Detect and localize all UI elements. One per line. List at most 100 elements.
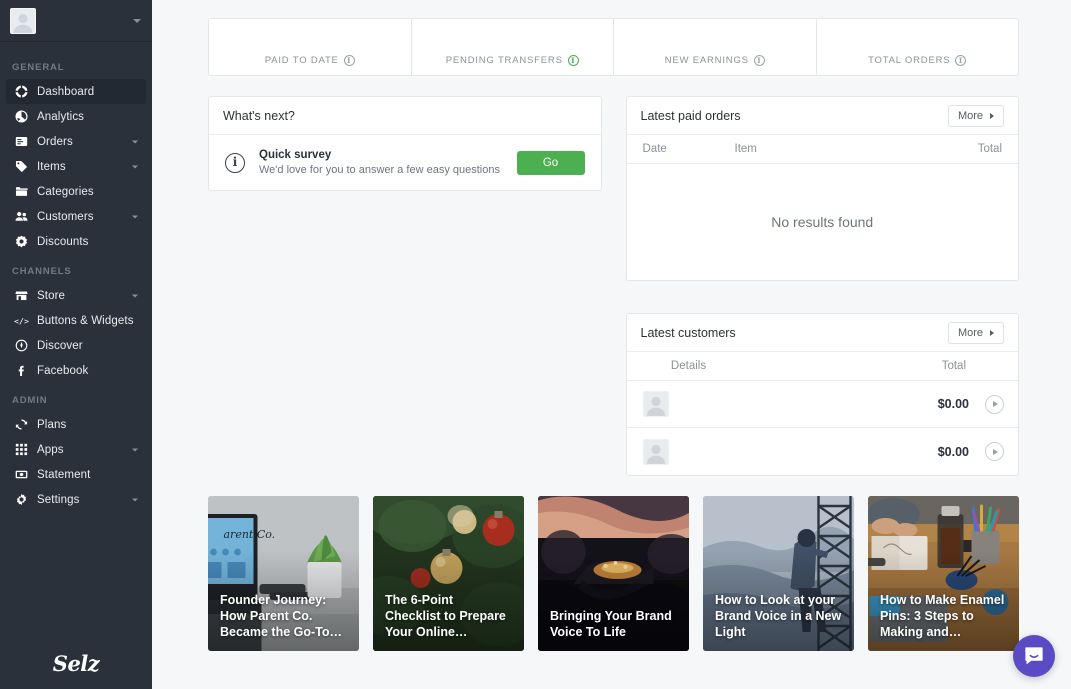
discover-icon	[12, 339, 30, 352]
chevron-right-icon[interactable]	[985, 394, 1004, 414]
sidebar-section-admin: ADMIN	[12, 395, 48, 406]
sidebar-item-apps[interactable]: Apps	[6, 437, 146, 462]
info-icon[interactable]: i	[567, 55, 579, 66]
right-column: Latest paid orders More Date Item Total …	[625, 96, 1019, 476]
sidebar-item-label: Orders	[37, 135, 73, 148]
task-title: Quick survey	[259, 149, 332, 161]
facebook-icon	[12, 364, 30, 377]
sidebar-section-general: GENERAL	[12, 62, 65, 73]
table-row[interactable]: $0.00	[626, 381, 1018, 428]
sidebar-item-analytics[interactable]: Analytics	[6, 104, 146, 129]
sidebar-item-settings[interactable]: Settings	[6, 487, 146, 512]
latest-paid-orders-card: Latest paid orders More Date Item Total …	[625, 96, 1019, 281]
stats-bar: PAID TO DATE i PENDING TRANSFERS i NEW E…	[208, 18, 1019, 76]
chevron-down-icon	[132, 165, 138, 168]
sidebar-item-label: Apps	[37, 443, 64, 456]
latest-customers-card: Latest customers More Details Total $0.0…	[625, 313, 1019, 476]
task-subtitle: We'd love for you to answer a few easy q…	[259, 164, 500, 176]
stat-card-new-earnings[interactable]: NEW EARNINGS i	[614, 19, 817, 75]
whats-next-header: What's next?	[209, 97, 601, 135]
sidebar-item-label: Buttons & Widgets	[37, 314, 134, 327]
sidebar-item-label: Customers	[37, 210, 94, 223]
info-icon[interactable]: i	[955, 55, 967, 66]
column-header-item: Item	[734, 143, 757, 155]
sidebar-item-label: Discover	[37, 339, 83, 352]
stat-card-total-orders[interactable]: TOTAL ORDERS i	[817, 19, 1019, 75]
sidebar-item-items[interactable]: Items	[6, 154, 146, 179]
orders-empty-state: No results found	[771, 214, 874, 230]
whats-next-title: What's next?	[223, 108, 295, 123]
blog-card[interactable]: Bringing Your Brand Voice To Life	[538, 496, 689, 651]
intercom-launcher[interactable]	[1013, 635, 1055, 677]
go-button[interactable]: Go	[516, 150, 585, 175]
code-icon: </>	[12, 314, 30, 327]
sidebar-item-label: Statement	[37, 468, 91, 481]
brand-logo[interactable]: Selz	[0, 637, 152, 689]
sidebar-item-label: Categories	[37, 185, 94, 198]
blog-card[interactable]: The 6-Point Checklist to Prepare Your On…	[373, 496, 524, 651]
avatar	[642, 391, 669, 417]
stat-label-text: TOTAL ORDERS	[868, 55, 951, 66]
info-icon[interactable]: i	[343, 55, 355, 66]
dashboard-icon	[12, 85, 30, 98]
avatar	[10, 7, 36, 34]
blog-title: How to Look at your Brand Voice in a New…	[715, 593, 842, 639]
blog-title: How to Make Enamel Pins: 3 Steps to Maki…	[880, 593, 1005, 639]
sidebar-item-statement[interactable]: Statement	[6, 462, 146, 487]
sidebar-item-customers[interactable]: Customers	[6, 204, 146, 229]
sidebar-item-label: Settings	[37, 493, 80, 506]
messenger-icon	[1025, 647, 1043, 665]
blog-card[interactable]: arent Co. Founder Journey: How Pa	[208, 496, 359, 651]
app-root: GENERAL Dashboard Analytics Orders Items…	[0, 0, 1071, 689]
latest-paid-orders-header: Latest paid orders More	[626, 97, 1018, 135]
blog-title: Bringing Your Brand Voice To Life	[550, 609, 672, 639]
sidebar-item-orders[interactable]: Orders	[6, 129, 146, 154]
stat-card-pending-transfers[interactable]: PENDING TRANSFERS i	[412, 19, 614, 75]
chevron-right-icon	[990, 112, 994, 119]
sidebar-item-label: Store	[37, 289, 66, 302]
sidebar-item-dashboard[interactable]: Dashboard	[6, 79, 146, 104]
apps-icon	[12, 443, 30, 456]
more-button-label: More	[957, 326, 983, 339]
blog-title: Founder Journey: How Parent Co. Became t…	[220, 593, 343, 639]
folder-icon	[12, 185, 30, 198]
table-row[interactable]: $0.00	[627, 428, 1019, 475]
sidebar-item-discover[interactable]: Discover	[6, 333, 146, 358]
main-content: PAID TO DATE i PENDING TRANSFERS i NEW E…	[152, 0, 1071, 689]
orders-table-header: Date Item Total	[626, 135, 1018, 164]
svg-text:</>: </>	[14, 316, 29, 326]
blog-title: The 6-Point Checklist to Prepare Your On…	[385, 593, 506, 639]
sidebar-item-plans[interactable]: Plans	[6, 412, 146, 437]
info-icon[interactable]: i	[753, 55, 765, 66]
sidebar-item-categories[interactable]: Categories	[6, 179, 146, 204]
stat-label: PAID TO DATE i	[265, 55, 355, 66]
plans-icon	[12, 418, 30, 431]
column-header-details: Details	[670, 360, 707, 372]
account-switcher[interactable]	[0, 0, 152, 42]
analytics-icon	[12, 110, 30, 123]
chevron-down-icon	[132, 448, 138, 451]
sidebar-item-label: Analytics	[37, 110, 85, 123]
sidebar-item-label: Dashboard	[37, 85, 95, 98]
more-button-customers[interactable]: More	[947, 321, 1004, 344]
blog-card[interactable]: How to Make Enamel Pins: 3 Steps to Maki…	[868, 496, 1019, 651]
stat-label-text: PAID TO DATE	[264, 55, 339, 66]
brand-logo-text: Selz	[52, 650, 100, 676]
whats-next-task-text: Quick survey We'd love for you to answer…	[259, 149, 517, 176]
sidebar-item-facebook[interactable]: Facebook	[6, 358, 146, 383]
stat-label-text: NEW EARNINGS	[664, 55, 749, 66]
more-button-orders[interactable]: More	[947, 104, 1004, 127]
customers-table-header: Details Total	[626, 352, 1018, 381]
sidebar-item-discounts[interactable]: Discounts	[6, 229, 146, 254]
sidebar-item-buttons-widgets[interactable]: </> Buttons & Widgets	[6, 308, 146, 333]
chevron-right-icon[interactable]	[985, 442, 1004, 461]
stat-card-paid-to-date[interactable]: PAID TO DATE i	[209, 19, 412, 75]
chevron-down-icon	[133, 18, 141, 23]
sidebar-item-label: Items	[37, 160, 66, 173]
customer-total: $0.00	[937, 397, 969, 411]
sidebar-item-label: Facebook	[37, 364, 89, 377]
sidebar-item-store[interactable]: Store	[6, 283, 146, 308]
whats-next-card: What's next? i Quick survey We'd love fo…	[208, 96, 602, 191]
blog-card[interactable]: How to Look at your Brand Voice in a New…	[703, 496, 854, 651]
latest-customers-header: Latest customers More	[626, 314, 1018, 352]
